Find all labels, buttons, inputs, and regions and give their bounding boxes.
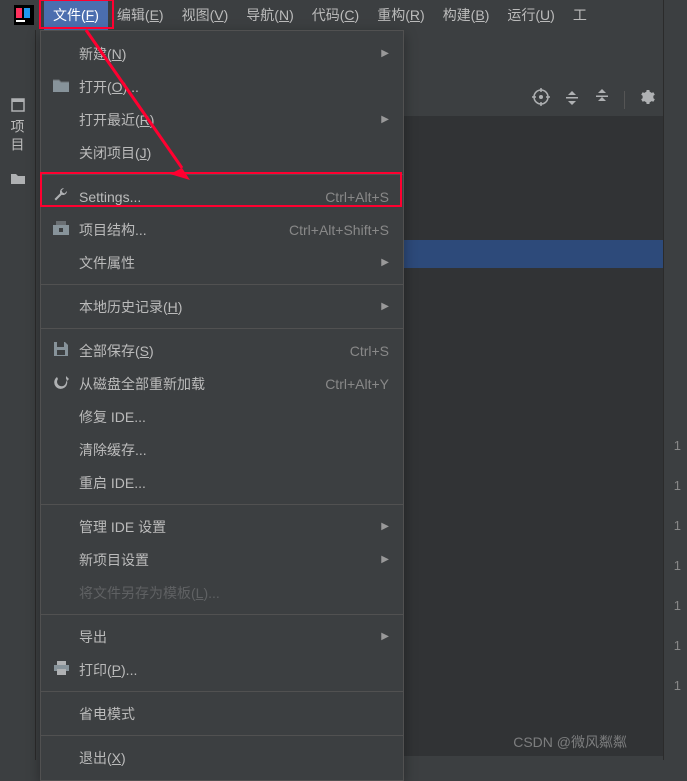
menubar-item[interactable]: 编辑(E) (108, 0, 173, 30)
menu-item-label: 全部保存(S) (79, 341, 340, 361)
menu-item[interactable]: 全部保存(S) Ctrl+S (41, 334, 403, 367)
menu-shortcut: Ctrl+Alt+Shift+S (289, 222, 389, 238)
submenu-arrow-icon: ▶ (381, 257, 389, 268)
menu-item[interactable]: 打开(O)... (41, 70, 403, 103)
submenu-arrow-icon: ▶ (381, 48, 389, 59)
wrench-icon (51, 187, 71, 206)
submenu-arrow-icon: ▶ (381, 631, 389, 642)
menu-item: 将文件另存为模板(L)... (41, 576, 403, 609)
menu-item[interactable]: 新建(N)▶ (41, 37, 403, 70)
menu-shortcut: Ctrl+Alt+S (325, 189, 389, 205)
gutter-number: 1 (674, 438, 681, 453)
editor-selection-row (404, 240, 664, 268)
menubar-item[interactable]: 文件(F) (44, 0, 108, 30)
file-menu-dropdown: 新建(N)▶打开(O)...打开最近(R)▶关闭项目(J)Settings...… (40, 30, 404, 781)
menu-item-label: 文件属性 (79, 253, 381, 273)
tool-window-strip: 项目 (0, 30, 36, 760)
app-logo-icon (10, 1, 38, 29)
menu-item-label: 新建(N) (79, 44, 381, 64)
menu-item-label: 新项目设置 (79, 550, 381, 570)
project-toolwindow-icon[interactable] (11, 98, 25, 115)
gutter-number: 1 (674, 638, 681, 653)
struct-icon (51, 221, 71, 238)
menu-item[interactable]: 项目结构... Ctrl+Alt+Shift+S (41, 213, 403, 246)
menu-item[interactable]: 重启 IDE... (41, 466, 403, 499)
menubar-item[interactable]: 重构(R) (368, 0, 433, 30)
gear-icon[interactable] (639, 89, 655, 110)
menu-item-label: 重启 IDE... (79, 473, 389, 493)
menu-item[interactable]: 退出(X) (41, 741, 403, 774)
menu-item[interactable]: 关闭项目(J) (41, 136, 403, 169)
menubar-item[interactable]: 导航(N) (237, 0, 302, 30)
menu-item-label: 关闭项目(J) (79, 143, 389, 163)
save-icon (51, 342, 71, 359)
watermark: CSDN @微风粼粼 (513, 732, 627, 752)
menu-shortcut: Ctrl+S (350, 343, 389, 359)
menu-item[interactable]: 从磁盘全部重新加载 Ctrl+Alt+Y (41, 367, 403, 400)
gutter-number: 1 (674, 598, 681, 613)
gutter-number: 1 (674, 478, 681, 493)
main-toolbar-right (532, 88, 683, 111)
submenu-arrow-icon: ▶ (381, 301, 389, 312)
menu-item-label: 退出(X) (79, 748, 389, 768)
menu-item[interactable]: 文件属性▶ (41, 246, 403, 279)
menu-item[interactable]: 修复 IDE... (41, 400, 403, 433)
submenu-arrow-icon: ▶ (381, 554, 389, 565)
menu-separator (41, 174, 403, 175)
folder-toolwindow-icon[interactable] (11, 171, 25, 187)
menubar-item[interactable]: 运行(U) (498, 0, 563, 30)
menu-item-label: 将文件另存为模板(L)... (79, 583, 389, 603)
menu-item-label: 导出 (79, 627, 381, 647)
editor-pane (404, 116, 664, 756)
menu-item-label: 打开最近(R) (79, 110, 381, 130)
menu-item-label: 打开(O)... (79, 77, 389, 97)
menubar-item[interactable]: 代码(C) (303, 0, 368, 30)
collapse-all-icon[interactable] (594, 89, 610, 110)
menu-separator (41, 328, 403, 329)
submenu-arrow-icon: ▶ (381, 114, 389, 125)
menu-item-label: 项目结构... (79, 220, 279, 240)
menu-item-label: Settings... (79, 189, 315, 205)
menu-item-label: 打印(P)... (79, 660, 389, 680)
toolbar-separator (624, 91, 625, 109)
print-icon (51, 661, 71, 678)
menubar-item[interactable]: 构建(B) (434, 0, 499, 30)
menu-item[interactable]: 省电模式 (41, 697, 403, 730)
menu-item-label: 从磁盘全部重新加载 (79, 374, 315, 394)
reload-icon (51, 375, 71, 393)
menu-item[interactable]: 本地历史记录(H)▶ (41, 290, 403, 323)
menu-separator (41, 284, 403, 285)
menu-shortcut: Ctrl+Alt+Y (325, 376, 389, 392)
menu-item-label: 清除缓存... (79, 440, 389, 460)
menu-item[interactable]: 打印(P)... (41, 653, 403, 686)
menu-separator (41, 614, 403, 615)
gutter-number: 1 (674, 518, 681, 533)
expand-all-icon[interactable] (564, 89, 580, 110)
menu-item-label: 省电模式 (79, 704, 389, 724)
folder-icon (51, 78, 71, 95)
menu-item-label: 修复 IDE... (79, 407, 389, 427)
menu-item-label: 管理 IDE 设置 (79, 517, 381, 537)
menu-item[interactable]: 管理 IDE 设置▶ (41, 510, 403, 543)
menubar-item[interactable]: 视图(V) (173, 0, 238, 30)
menu-item[interactable]: Settings... Ctrl+Alt+S (41, 180, 403, 213)
gutter-number: 1 (674, 678, 681, 693)
menu-item-label: 本地历史记录(H) (79, 297, 381, 317)
menu-separator (41, 691, 403, 692)
menu-separator (41, 735, 403, 736)
menu-item[interactable]: 打开最近(R)▶ (41, 103, 403, 136)
target-icon[interactable] (532, 88, 550, 111)
menu-item[interactable]: 导出▶ (41, 620, 403, 653)
menu-item[interactable]: 新项目设置▶ (41, 543, 403, 576)
gutter-number: 1 (674, 558, 681, 573)
menubar-item[interactable]: 工 (564, 0, 596, 30)
submenu-arrow-icon: ▶ (381, 521, 389, 532)
menu-separator (41, 504, 403, 505)
project-toolwindow-label[interactable]: 项目 (8, 119, 28, 155)
menu-item[interactable]: 清除缓存... (41, 433, 403, 466)
menubar: 文件(F)编辑(E)视图(V)导航(N)代码(C)重构(R)构建(B)运行(U)… (0, 0, 687, 30)
